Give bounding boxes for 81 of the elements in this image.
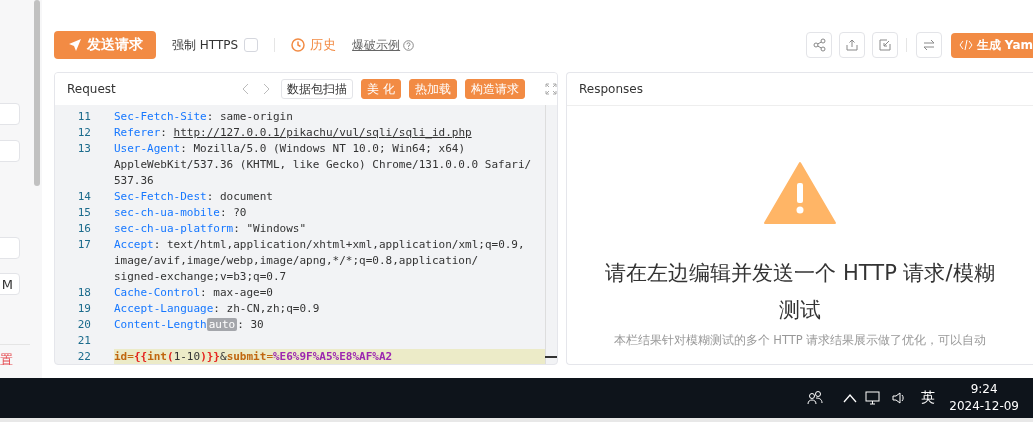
header-name: Sec-Fetch-Site: [114, 110, 207, 123]
header-value: text/html,application/xhtml+xml,application/xml;q=0.9,: [167, 238, 525, 251]
header-name: Cache-Control: [114, 286, 201, 299]
header-value: same-origin: [219, 110, 293, 123]
expand-icon[interactable]: [545, 83, 557, 95]
share-button[interactable]: [805, 32, 832, 58]
header-value: 30: [250, 318, 264, 331]
scrollbar[interactable]: [34, 0, 40, 186]
header-value: AppleWebKit/537.36 (KHTML, like Gecko) Chrome/131.0.0.0 Safari/: [114, 158, 532, 171]
line-number: 16: [76, 221, 91, 237]
header-name: sec-ch-ua-platform: [114, 222, 234, 235]
header-value: Mozilla/5.0 (Windows NT 10.0; Win64; x64): [193, 142, 465, 155]
code-icon: [958, 39, 973, 51]
colon: :: [206, 190, 214, 203]
header-name: User-Agent: [114, 142, 181, 155]
line-number: 19: [76, 301, 91, 317]
header-name: Sec-Fetch-Dest: [114, 190, 207, 203]
warning-icon: [763, 161, 837, 225]
colon: :: [180, 142, 187, 155]
network-icon[interactable]: [865, 390, 882, 406]
header-name: Accept: [114, 238, 154, 251]
header-name: Referer: [114, 126, 161, 139]
chevron-right-icon[interactable]: [263, 83, 272, 95]
colon: :: [200, 286, 207, 299]
panel-title: Responses: [579, 82, 643, 96]
line-number: 18: [76, 285, 91, 301]
url-link[interactable]: http://127.0.0.1/pikachu/vul/sqli/sqli_id.php: [173, 126, 472, 139]
input-method-indicator[interactable]: 英: [921, 389, 936, 407]
line-number: 20: [76, 317, 91, 333]
share-icon: [811, 38, 826, 52]
line-number: 15: [76, 205, 91, 221]
header-name: Accept-Language: [114, 302, 214, 315]
line-number: 21: [76, 333, 91, 349]
line-number: 14: [76, 189, 91, 205]
swap-icon: [921, 38, 936, 52]
line-number: 17: [76, 237, 91, 253]
toolbar-button[interactable]: 数据包扫描: [281, 79, 354, 99]
chevron-left-icon[interactable]: [241, 83, 250, 95]
clock-date[interactable]: 2024-12-09: [949, 398, 1019, 415]
header-name: Content-Length: [114, 318, 207, 331]
help-icon[interactable]: [403, 39, 415, 51]
chevron-up-icon[interactable]: [843, 393, 858, 403]
import-button[interactable]: [871, 32, 898, 58]
empty-state-description: 本栏结果针对模糊测试的多个 HTTP 请求结果展示做了优化，可以自动: [613, 333, 987, 348]
clock-icon: [291, 38, 306, 52]
line-number: 22: [76, 349, 91, 364]
colon: :: [160, 126, 167, 139]
line-number: 11: [76, 109, 91, 125]
colon: :: [213, 302, 220, 315]
clock-time[interactable]: 9:24: [970, 381, 998, 398]
header-value: zh-CN,zh;q=0.9: [226, 302, 320, 315]
colon: :: [206, 110, 214, 123]
header-value: image/avif,image/webp,image/apng,*/*;q=0.8,application/: [114, 254, 479, 267]
input-field[interactable]: M: [0, 273, 20, 295]
reset-link[interactable]: 置: [0, 351, 13, 369]
header-name: sec-ch-ua-mobile: [114, 206, 220, 219]
upload-icon: [844, 38, 859, 52]
header-value: document: [219, 190, 273, 203]
people-icon[interactable]: [807, 390, 824, 406]
swap-button[interactable]: [915, 32, 942, 58]
header-value: ?0: [233, 206, 247, 219]
colon: :: [233, 222, 240, 235]
line-number: 13: [76, 141, 91, 157]
panel-title: Request: [67, 82, 117, 96]
header-value: "Windows": [246, 222, 307, 235]
header-value: signed-exchange;v=b3;q=0.7: [114, 270, 287, 283]
request-body: id={{int(1-10)}}&submit=%E6%9F%A5%E8%AF%A2: [114, 349, 394, 364]
colon: :: [219, 206, 227, 219]
example-link[interactable]: 爆破示例: [352, 36, 401, 54]
force-https-label: 强制 HTTPS: [172, 36, 239, 54]
empty-state-heading: 请在左边编辑并发送一个 HTTP 请求/模糊测试: [604, 260, 996, 324]
colon: :: [153, 238, 161, 251]
import-icon: [877, 38, 892, 52]
header-value: 537.36: [114, 174, 154, 187]
header-value: max-age=0: [213, 286, 273, 299]
force-https-checkbox[interactable]: [244, 38, 259, 52]
line-number: 12: [76, 125, 91, 141]
send-icon: [67, 38, 82, 52]
auto-tag: auto: [206, 318, 238, 331]
upload-button[interactable]: [838, 32, 865, 58]
colon: :: [237, 318, 244, 331]
